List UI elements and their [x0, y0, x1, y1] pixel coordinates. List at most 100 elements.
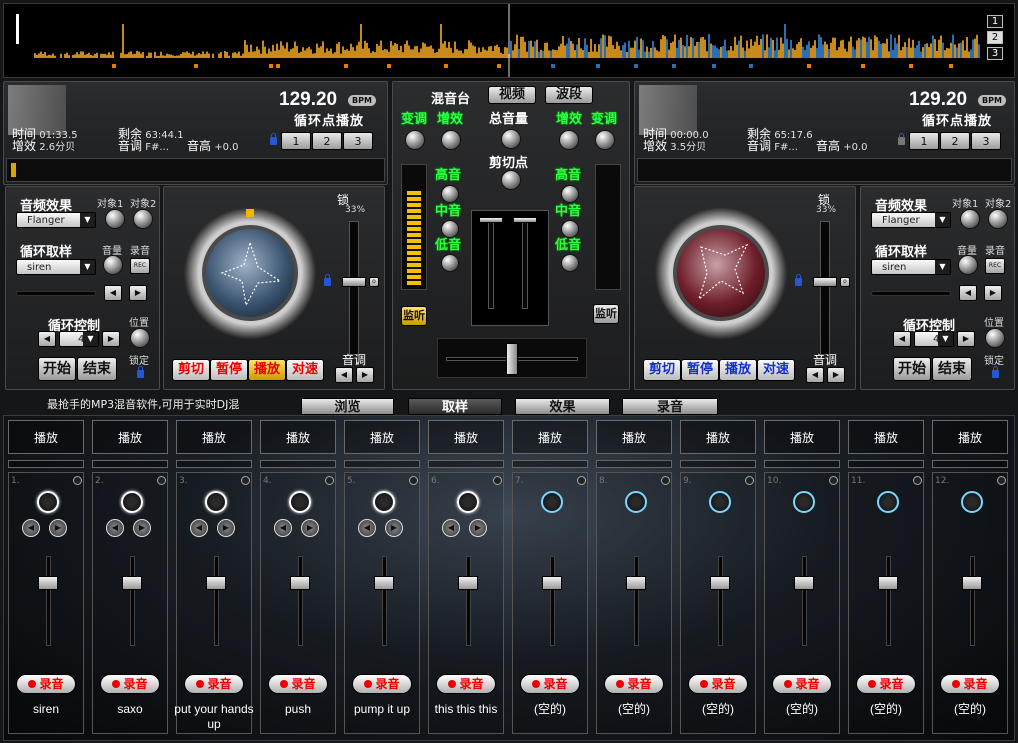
rec-button[interactable]: REC — [985, 258, 1005, 274]
slot-fader-track[interactable] — [466, 556, 471, 646]
jog-wheel[interactable] — [655, 207, 787, 339]
slot-record-button[interactable]: 录音 — [520, 674, 580, 694]
slot-fader-cap[interactable] — [710, 576, 730, 590]
prev-button[interactable]: ◀ — [959, 285, 977, 301]
slot-play-button[interactable]: 播放 — [596, 420, 672, 454]
rec-button[interactable]: REC — [130, 258, 150, 274]
loop-button-3[interactable]: 3 — [343, 132, 373, 150]
slot-volume-knob[interactable] — [373, 491, 395, 513]
next-button[interactable]: ▶ — [129, 285, 147, 301]
right-low-knob[interactable] — [561, 254, 579, 272]
master-volume-knob[interactable] — [501, 129, 521, 149]
slot-loop-toggle[interactable] — [745, 476, 754, 485]
slot-loop-toggle[interactable] — [493, 476, 502, 485]
slot-fader-cap[interactable] — [794, 576, 814, 590]
slot-volume-knob[interactable] — [709, 491, 731, 513]
slot-record-button[interactable]: 录音 — [436, 674, 496, 694]
sample-slider[interactable] — [871, 291, 951, 296]
slot-fader-cap[interactable] — [38, 576, 58, 590]
cut-button[interactable]: 剪切 — [172, 359, 210, 381]
pitch-fader-cap[interactable] — [342, 277, 366, 287]
slot-loop-toggle[interactable] — [829, 476, 838, 485]
right-pitch-knob[interactable] — [595, 130, 615, 150]
slot-loop-toggle[interactable] — [997, 476, 1006, 485]
slot-loop-toggle[interactable] — [325, 476, 334, 485]
loop-length-select[interactable]: 4 ▼ — [59, 331, 99, 347]
pause-button[interactable]: 暂停 — [210, 359, 248, 381]
fx-select[interactable]: Flanger ▼ — [871, 212, 951, 228]
right-gain-knob[interactable] — [559, 130, 579, 150]
pitch-reset-button[interactable]: o — [840, 277, 850, 287]
loop-end-button[interactable]: 结束 — [932, 357, 972, 381]
cut-button[interactable]: 剪切 — [643, 359, 681, 381]
slot-play-button[interactable]: 播放 — [848, 420, 924, 454]
slot-record-button[interactable]: 录音 — [16, 674, 76, 694]
slot-fader-cap[interactable] — [878, 576, 898, 590]
slot-play-button[interactable]: 播放 — [260, 420, 336, 454]
slot-volume-knob[interactable] — [37, 491, 59, 513]
slot-fader-track[interactable] — [214, 556, 219, 646]
fx-select[interactable]: Flanger ▼ — [16, 212, 96, 228]
loop-decrease-button[interactable]: ◀ — [893, 331, 911, 347]
slot-volume-knob[interactable] — [205, 491, 227, 513]
slot-fader-track[interactable] — [550, 556, 555, 646]
left-monitor-button[interactable]: 监听 — [401, 306, 427, 326]
tab-eq[interactable]: 波段 — [545, 86, 593, 104]
sample-select[interactable]: siren ▼ — [871, 259, 951, 275]
chevron-down-icon[interactable]: ▼ — [83, 332, 98, 346]
next-arrow-icon[interactable]: ▶ — [49, 519, 67, 537]
track-button-2[interactable]: 2 — [987, 31, 1003, 44]
next-arrow-icon[interactable]: ▶ — [385, 519, 403, 537]
slot-fader-track[interactable] — [382, 556, 387, 646]
waveform-overview[interactable]: 1 2 3 — [3, 3, 1015, 78]
play-button[interactable]: 播放 — [248, 359, 286, 381]
slot-record-button[interactable]: 录音 — [940, 674, 1000, 694]
slot-play-button[interactable]: 播放 — [764, 420, 840, 454]
slot-fader-track[interactable] — [886, 556, 891, 646]
loop-decrease-button[interactable]: ◀ — [38, 331, 56, 347]
pause-button[interactable]: 暂停 — [681, 359, 719, 381]
lock-icon[interactable] — [898, 133, 905, 145]
loop-button-1[interactable]: 1 — [909, 132, 939, 150]
slot-volume-knob[interactable] — [793, 491, 815, 513]
obj1-knob[interactable] — [960, 209, 980, 229]
lock-icon[interactable] — [324, 274, 331, 286]
prev-button[interactable]: ◀ — [104, 285, 122, 301]
lock-icon[interactable] — [992, 366, 999, 378]
slot-volume-knob[interactable] — [121, 491, 143, 513]
sample-volume-knob[interactable] — [103, 255, 123, 275]
slot-volume-knob[interactable] — [625, 491, 647, 513]
position-knob[interactable] — [130, 328, 150, 348]
slot-fader-track[interactable] — [970, 556, 975, 646]
loop-button-2[interactable]: 2 — [940, 132, 970, 150]
obj2-knob[interactable] — [133, 209, 153, 229]
next-arrow-icon[interactable]: ▶ — [469, 519, 487, 537]
prev-arrow-icon[interactable]: ◀ — [106, 519, 124, 537]
tab-record[interactable]: 录音 — [622, 398, 718, 415]
track-button-1[interactable]: 1 — [987, 15, 1003, 28]
loop-start-button[interactable]: 开始 — [38, 357, 76, 381]
loop-button-3[interactable]: 3 — [971, 132, 1001, 150]
right-channel-fader[interactable] — [522, 219, 528, 309]
chevron-down-icon[interactable]: ▼ — [938, 332, 953, 346]
slot-fader-cap[interactable] — [542, 576, 562, 590]
prev-arrow-icon[interactable]: ◀ — [22, 519, 40, 537]
loop-button-1[interactable]: 1 — [281, 132, 311, 150]
position-knob[interactable] — [985, 328, 1005, 348]
right-channel-fader-cap[interactable] — [513, 217, 537, 223]
pitch-fader-track[interactable] — [820, 221, 830, 355]
sync-button[interactable]: 对速 — [757, 359, 795, 381]
left-channel-fader-cap[interactable] — [479, 217, 503, 223]
slot-loop-toggle[interactable] — [913, 476, 922, 485]
chevron-down-icon[interactable]: ▼ — [80, 260, 95, 274]
chevron-down-icon[interactable]: ▼ — [80, 213, 95, 227]
platter[interactable] — [673, 225, 769, 321]
slot-play-button[interactable]: 播放 — [512, 420, 588, 454]
slot-volume-knob[interactable] — [877, 491, 899, 513]
left-low-knob[interactable] — [441, 254, 459, 272]
loop-increase-button[interactable]: ▶ — [957, 331, 975, 347]
slot-fader-cap[interactable] — [122, 576, 142, 590]
slot-fader-track[interactable] — [802, 556, 807, 646]
slot-play-button[interactable]: 播放 — [680, 420, 756, 454]
play-button[interactable]: 播放 — [719, 359, 757, 381]
